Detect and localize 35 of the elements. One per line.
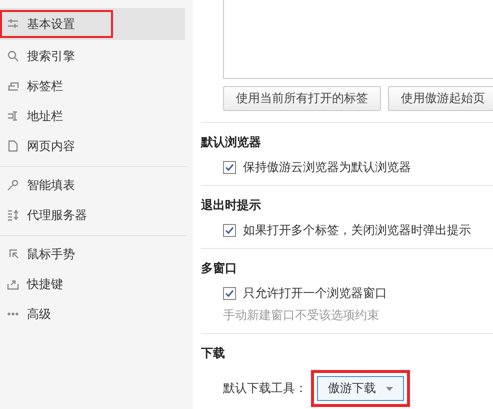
sidebar-item[interactable]: 快捷键 — [0, 270, 187, 298]
tab-icon — [7, 80, 19, 92]
download-tool-dropdown[interactable]: 傲游下载 — [317, 376, 404, 401]
dropdown-label: 默认下载工具： — [223, 380, 307, 397]
checkbox-label: 如果打开多个标签，关闭浏览器时弹出提示 — [243, 222, 471, 239]
server-icon — [7, 209, 19, 221]
section-title: 下载 — [201, 345, 226, 362]
section-title: 默认浏览器 — [201, 134, 262, 151]
checkbox[interactable] — [223, 224, 236, 237]
option-button[interactable]: 使用傲游起始页 — [388, 86, 493, 111]
sliders-icon — [7, 18, 19, 30]
sidebar-item[interactable]: 代理服务器 — [0, 201, 187, 229]
section-title: 退出时提示 — [201, 197, 262, 214]
caret-icon — [386, 386, 393, 390]
checkbox[interactable] — [223, 287, 236, 300]
hint-text: 手动新建窗口不受该选项约束 — [223, 307, 380, 324]
search-icon — [7, 50, 19, 62]
sidebar-item[interactable]: 标签栏 — [0, 72, 187, 100]
sidebar-item[interactable]: 鼠标手势 — [0, 240, 187, 268]
sidebar-item[interactable]: 智能填表 — [0, 171, 187, 199]
key-icon — [7, 179, 19, 191]
option-button[interactable]: 使用当前所有打开的标签 — [223, 86, 381, 111]
sidebar-item[interactable]: 高级 — [0, 300, 187, 328]
checkbox-label: 保持傲游云浏览器为默认浏览器 — [243, 159, 411, 176]
page-icon — [7, 140, 19, 152]
checkbox-label: 只允许打开一个浏览器窗口 — [243, 285, 387, 302]
sidebar-item[interactable]: 搜索引擎 — [0, 42, 187, 70]
sidebar-item[interactable]: 地址栏 — [0, 102, 187, 130]
section-title: 多窗口 — [201, 260, 238, 277]
shortcut-icon — [7, 278, 19, 290]
cursor-icon — [7, 248, 19, 260]
checkbox[interactable] — [223, 161, 236, 174]
sidebar-item[interactable]: 网页内容 — [0, 132, 187, 160]
sidebar-item[interactable]: 基本设置 — [0, 10, 113, 38]
address-bar-icon — [7, 110, 19, 122]
